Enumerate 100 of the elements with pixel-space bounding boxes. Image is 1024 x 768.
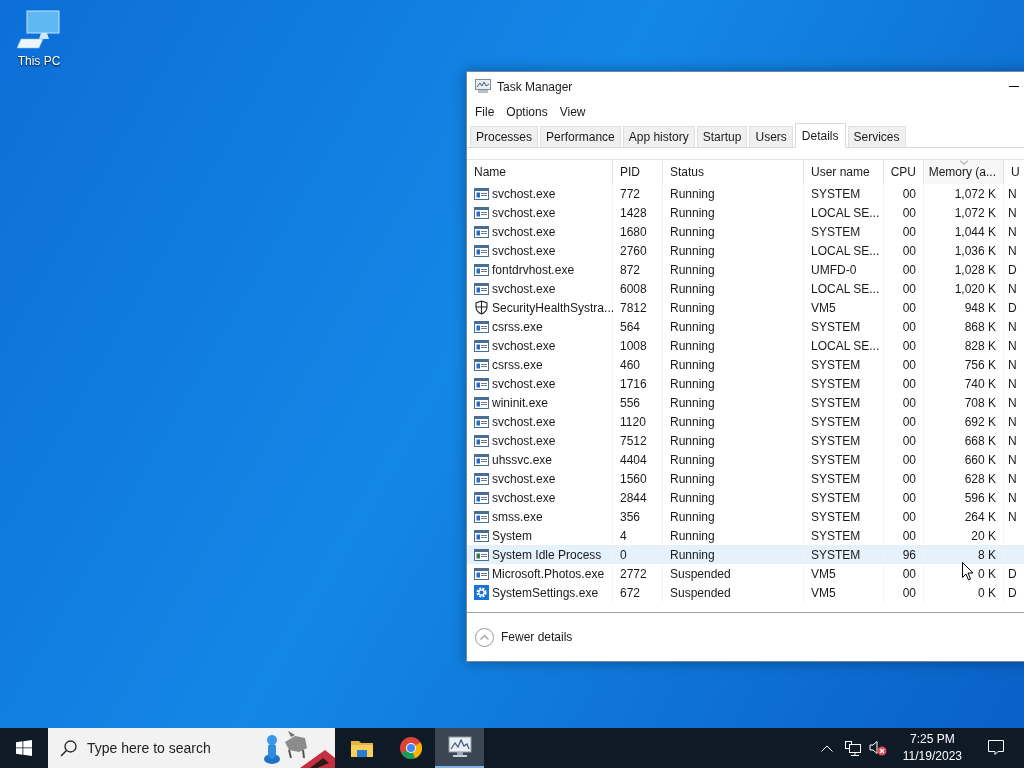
table-row[interactable]: svchost.exe 7512 Running SYSTEM 00 668 K N	[467, 431, 1024, 450]
clock[interactable]: 7:25 PM 11/19/2023	[896, 731, 968, 765]
table-row[interactable]: SecurityHealthSystra... 7812 Running VM5 00 948 K D	[467, 298, 1024, 317]
taskbar-app-button[interactable]	[435, 728, 484, 768]
tab[interactable]: Performance	[540, 126, 621, 147]
search-icon	[60, 739, 77, 757]
table-cell-text: fontdrvhost.exe	[492, 261, 575, 279]
window-icon	[474, 206, 489, 219]
table-cell-text: VM5	[811, 565, 836, 583]
table-cell-text: SYSTEM	[811, 223, 861, 241]
table-cell-text: 00	[902, 242, 916, 260]
table-cell-text: 1,072 K	[954, 185, 996, 203]
desktop-icon-label: This PC	[17, 53, 61, 70]
table-row[interactable]: svchost.exe 2760 Running LOCAL SE... 00 1,036 K N	[467, 241, 1024, 260]
table-cell-text: System	[492, 527, 532, 545]
table-cell-text: D	[1008, 261, 1017, 279]
table-cell-text: 00	[902, 356, 916, 374]
table-row[interactable]: smss.exe 356 Running SYSTEM 00 264 K N	[467, 507, 1024, 526]
table-cell-text: 628 K	[964, 470, 996, 488]
table-cell-text: N	[1008, 185, 1017, 203]
table-row[interactable]: svchost.exe 1680 Running SYSTEM 00 1,044 K N	[467, 222, 1024, 241]
table-cell-text: Running	[670, 223, 715, 241]
table-cell-text: N	[1008, 413, 1017, 431]
table-cell-text: N	[1008, 432, 1017, 450]
table-row[interactable]: svchost.exe 1560 Running SYSTEM 00 628 K N	[467, 469, 1024, 488]
minimize-icon[interactable]	[1009, 85, 1019, 88]
table-cell-text: 740 K	[964, 375, 996, 393]
column-header[interactable]: U	[1004, 160, 1024, 184]
table-cell-text: UMFD-0	[811, 261, 857, 279]
table-cell-text: 1120	[620, 413, 646, 431]
table-cell-text: Suspended	[670, 584, 731, 602]
column-header[interactable]: PID	[613, 160, 663, 184]
chevron-up-icon[interactable]	[820, 744, 833, 752]
table-row[interactable]: csrss.exe 564 Running SYSTEM 00 868 K N	[467, 317, 1024, 336]
table-cell-text: SystemSettings.exe	[492, 584, 599, 602]
tab[interactable]: Users	[749, 126, 793, 147]
table-row[interactable]: uhssvc.exe 4404 Running SYSTEM 00 660 K N	[467, 450, 1024, 469]
tab[interactable]: Services	[847, 126, 906, 147]
table-row[interactable]: fontdrvhost.exe 872 Running UMFD-0 00 1,028 K D	[467, 260, 1024, 279]
table-cell-text: Running	[670, 527, 715, 545]
table-cell-text: 00	[902, 432, 916, 450]
table-row[interactable]: svchost.exe 1120 Running SYSTEM 00 692 K N	[467, 412, 1024, 431]
column-header[interactable]: Memory (a...	[924, 160, 1004, 184]
table-cell-text: VM5	[811, 299, 836, 317]
table-cell-text: 948 K	[964, 299, 996, 317]
table-row[interactable]: svchost.exe 2844 Running SYSTEM 00 596 K N	[467, 488, 1024, 507]
network-icon[interactable]	[844, 740, 861, 756]
window-icon	[474, 187, 489, 200]
table-row[interactable]: svchost.exe 1008 Running LOCAL SE... 00 828 K N	[467, 336, 1024, 355]
table-cell-text: 6008	[620, 280, 647, 298]
table-cell-text: 00	[902, 489, 916, 507]
table-cell-text: 00	[902, 470, 916, 488]
fewer-details-button[interactable]: Fewer details	[475, 627, 573, 647]
column-header[interactable]: Name	[467, 160, 613, 184]
tab[interactable]: Startup	[696, 126, 748, 147]
table-cell-text: 668 K	[964, 432, 996, 450]
folder-icon	[349, 738, 374, 758]
window-icon	[474, 282, 489, 295]
table-cell-text: 0	[620, 546, 627, 564]
table-cell-text: Running	[670, 185, 715, 203]
table-cell-text: SYSTEM	[811, 318, 861, 336]
search-box[interactable]: Type here to search	[48, 728, 335, 768]
computer-icon[interactable]	[17, 8, 61, 52]
table-row[interactable]: csrss.exe 460 Running SYSTEM 00 756 K N	[467, 355, 1024, 374]
shield-icon	[474, 300, 489, 315]
column-header[interactable]: User name	[804, 160, 884, 184]
mouse-cursor-icon	[962, 562, 974, 581]
table-cell-text: Running	[670, 337, 715, 355]
volume-icon[interactable]	[868, 740, 887, 756]
tab[interactable]: Processes	[470, 126, 539, 147]
table-cell-text: Running	[670, 489, 715, 507]
table-cell-text: N	[1008, 318, 1017, 336]
table-row[interactable]: svchost.exe 772 Running SYSTEM 00 1,072 K N	[467, 184, 1024, 203]
table-cell-text: 00	[902, 204, 916, 222]
column-header[interactable]: Status	[663, 160, 804, 184]
table-cell-text: uhssvc.exe	[492, 451, 553, 469]
table-row[interactable]: SystemSettings.exe 672 Suspended VM5 00 0 K D	[467, 583, 1024, 602]
table-row[interactable]: svchost.exe 1716 Running SYSTEM 00 740 K N	[467, 374, 1024, 393]
table-cell-text: 4404	[620, 451, 647, 469]
table-cell-text: LOCAL SE...	[811, 242, 880, 260]
table-cell-text: svchost.exe	[492, 204, 556, 222]
sort-caret-icon	[959, 160, 968, 165]
tab[interactable]: App history	[622, 126, 695, 147]
table-cell-text: 756 K	[964, 356, 996, 374]
search-field[interactable]: Type here to search	[87, 737, 257, 759]
table-cell-text: 8 K	[978, 546, 996, 564]
menu-item[interactable]: View	[553, 102, 592, 122]
table-cell-text: D	[1008, 299, 1017, 317]
clock-date: 11/19/2023	[902, 748, 962, 765]
table-row[interactable]: svchost.exe 6008 Running LOCAL SE... 00 1,020 K N	[467, 279, 1024, 298]
table-cell-text: 00	[902, 394, 916, 412]
menu-item[interactable]: Options	[500, 102, 554, 122]
table-cell-text: LOCAL SE...	[811, 280, 880, 298]
table-row[interactable]: System Idle Process 0 Running SYSTEM 96 8 K	[467, 545, 1024, 564]
table-cell-text: 872	[620, 261, 641, 279]
table-row[interactable]: wininit.exe 556 Running SYSTEM 00 708 K N	[467, 393, 1024, 412]
menu-item[interactable]: File	[469, 102, 501, 122]
tab[interactable]: Details	[794, 123, 846, 148]
table-cell-text: 2760	[620, 242, 647, 260]
table-row[interactable]: svchost.exe 1428 Running LOCAL SE... 00 1,072 K N	[467, 203, 1024, 222]
